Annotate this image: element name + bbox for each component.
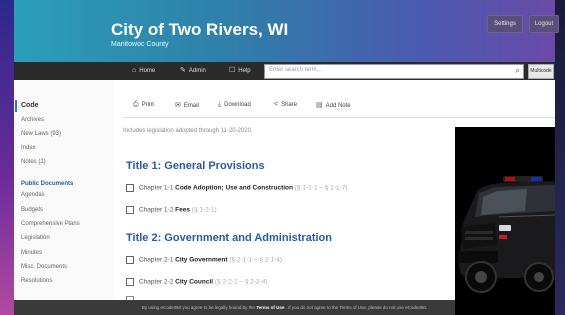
print-label: Print: [141, 102, 154, 108]
checkbox-icon[interactable]: [126, 256, 134, 264]
share-label: Share: [281, 102, 298, 108]
share-icon: <: [274, 101, 279, 108]
chapter-row[interactable]: Chapter 2-2 City Council (§ 2-2-1 – § 2-…: [126, 278, 268, 286]
background-strip-right: [555, 0, 565, 315]
chapter-name[interactable]: Code Adoption; Use and Construction: [175, 185, 293, 192]
sidebar-item-new-laws[interactable]: New Laws (93): [21, 131, 61, 137]
chapter-sections: (§ 1-2-1): [191, 206, 217, 214]
title-2-heading[interactable]: Title 2: Government and Administration: [126, 232, 332, 244]
sidebar-item-minutes[interactable]: Minutes: [21, 250, 42, 256]
title-1-heading[interactable]: Title 1: General Provisions: [126, 160, 265, 172]
nav-help[interactable]: ☐ Help: [229, 66, 251, 76]
chapter-row[interactable]: Chapter 2-1 City Government (§ 2-1-1 – §…: [126, 256, 282, 264]
chapter-name[interactable]: City Council: [175, 279, 213, 286]
sidebar-item-resolutions[interactable]: Resolutions: [21, 278, 52, 284]
police-suv-illustration: [455, 127, 555, 315]
footer-text-before: By using eCode360 you agree to be legall…: [141, 305, 255, 310]
police-suv-image: [455, 127, 555, 315]
chapter-number: Chapter 2-2: [139, 278, 174, 286]
legislation-note: Includes legislation adopted through 11-…: [123, 128, 253, 134]
checkbox-icon[interactable]: [126, 184, 134, 192]
download-icon: ⤓: [218, 101, 222, 108]
note-icon: ▤: [316, 102, 323, 109]
checkbox-icon[interactable]: [126, 278, 134, 286]
download-label: Download: [224, 102, 251, 108]
sidebar-item-archives[interactable]: Archives: [21, 117, 44, 123]
add-note-label: Add Note: [325, 103, 351, 109]
footer-text-after: . If you do not agree to the Terms of Us…: [285, 305, 428, 310]
print-button[interactable]: ⎙ Print: [133, 101, 154, 109]
chapter-number: Chapter 2-1: [139, 256, 174, 264]
search-input[interactable]: Enter search term... ⌕: [264, 64, 524, 79]
search-placeholder: Enter search term...: [269, 67, 322, 73]
sidebar-item-code[interactable]: Code: [21, 102, 39, 109]
browser-frame: City of Two Rivers, WI Manitowoc County …: [0, 0, 565, 315]
settings-button[interactable]: Settings: [487, 15, 523, 33]
sidebar-active-indicator: [15, 100, 17, 112]
add-note-button[interactable]: ▤ Add Note: [316, 101, 351, 109]
print-icon: ⎙: [133, 101, 139, 108]
chapter-number: Chapter 1-1: [139, 184, 174, 192]
sidebar-item-comprehensive-plans[interactable]: Comprehensive Plans: [21, 221, 80, 227]
checkbox-icon[interactable]: [126, 206, 134, 214]
multicode-button[interactable]: Multicode: [528, 64, 554, 79]
chapter-row[interactable]: Chapter 1-1 Code Adoption; Use and Const…: [126, 184, 348, 192]
sidebar-item-misc-documents[interactable]: Misc. Documents: [21, 264, 67, 270]
download-button[interactable]: ⤓ Download: [218, 101, 251, 109]
home-icon: ⌂: [132, 67, 137, 74]
admin-icon: ✎: [180, 67, 186, 74]
nav-help-label: Help: [238, 68, 251, 74]
chapter-sections: (§ 2-2-1 – § 2-2-4): [214, 278, 268, 286]
nav-admin-label: Admin: [188, 68, 206, 74]
nav-home[interactable]: ⌂ Home: [132, 66, 155, 76]
terms-of-use-link[interactable]: Terms of Use: [256, 305, 284, 310]
help-icon: ☐: [229, 67, 236, 74]
site-title[interactable]: City of Two Rivers, WI: [111, 20, 288, 40]
nav-bar: ⌂ Home ✎ Admin ☐ Help Enter search term... …: [14, 62, 555, 80]
email-label: Email: [183, 103, 199, 109]
sidebar-item-agendas[interactable]: Agendas: [21, 192, 45, 198]
toolbar-divider: [123, 117, 555, 118]
nav-admin[interactable]: ✎ Admin: [180, 66, 206, 76]
site-subtitle: Manitowoc County: [111, 41, 169, 48]
logout-button[interactable]: Logout: [529, 15, 559, 33]
sidebar-item-notes[interactable]: Notes (1): [21, 159, 46, 165]
sidebar-item-legislation[interactable]: Legislation: [21, 235, 50, 241]
search-icon[interactable]: ⌕: [516, 66, 520, 76]
chapter-name[interactable]: City Government: [175, 257, 227, 264]
chapter-sections: (§ 2-1-1 – § 2-1-4): [229, 256, 283, 264]
sidebar-heading-public-documents[interactable]: Public Documents: [21, 181, 73, 187]
chapter-row[interactable]: Chapter 1-2 Fees (§ 1-2-1): [126, 206, 217, 214]
sidebar-item-index[interactable]: Index: [21, 145, 36, 151]
sidebar-item-budgets[interactable]: Budgets: [21, 207, 43, 213]
chapter-sections: (§ 1-1-1 – § 1-1-7): [294, 184, 348, 192]
email-icon: ✉: [175, 102, 181, 109]
nav-home-label: Home: [139, 68, 156, 74]
background-strip-left: [0, 0, 14, 315]
chapter-number: Chapter 1-2: [139, 206, 174, 214]
share-button[interactable]: < Share: [274, 101, 297, 108]
email-button[interactable]: ✉ Email: [175, 101, 199, 109]
chapter-name[interactable]: Fees: [175, 207, 190, 214]
